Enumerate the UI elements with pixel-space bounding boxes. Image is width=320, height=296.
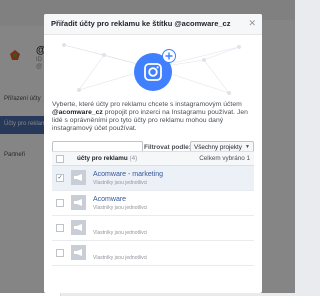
dialog-header: Přiřadit účty pro reklamu ke štítku @aco… xyxy=(44,14,262,35)
filter-label: Filtrovat podle: xyxy=(144,144,191,151)
megaphone-icon xyxy=(71,170,86,185)
ad-accounts-table: účty pro reklamu (4) Celkem vybráno 1 ✓ … xyxy=(52,151,254,266)
megaphone-icon xyxy=(71,195,86,210)
ad-account-owner: Vlastníky jsou jednotlivci xyxy=(93,180,148,186)
row-checkbox[interactable]: ✓ xyxy=(56,174,64,182)
table-row[interactable]: Acomware Vlastníky jsou jednotlivci xyxy=(52,191,254,216)
ad-account-name[interactable]: Acomware xyxy=(93,196,126,203)
table-row[interactable]: ✓ Acomware - marketing Vlastníky jsou je… xyxy=(52,166,254,191)
row-checkbox[interactable] xyxy=(56,224,64,232)
ad-account-owner: Vlastníky jsou jednotlivci xyxy=(93,230,148,236)
assign-ad-accounts-dialog: Přiřadit účty pro reklamu ke štítku @aco… xyxy=(44,14,262,293)
row-checkbox[interactable] xyxy=(56,199,64,207)
megaphone-icon xyxy=(71,220,86,235)
table-header: účty pro reklamu (4) Celkem vybráno 1 xyxy=(52,151,254,166)
ad-account-owner: Vlastníky jsou jednotlivci xyxy=(93,205,148,211)
close-icon[interactable]: ✕ xyxy=(248,18,256,29)
connection-illustration xyxy=(62,43,241,95)
table-row[interactable]: Vlastníky jsou jednotlivci xyxy=(52,241,254,266)
dialog-description: Vyberte, které účty pro reklamu chcete s… xyxy=(52,101,248,132)
dialog-hero xyxy=(44,35,262,101)
megaphone-icon xyxy=(71,245,86,260)
dialog-title: Přiřadit účty pro reklamu ke štítku @aco… xyxy=(51,19,231,28)
table-header-label: účty pro reklamu (4) xyxy=(77,155,138,162)
selected-total: Celkem vybráno 1 xyxy=(199,155,250,162)
chevron-down-icon: ▼ xyxy=(245,144,250,150)
ad-account-name[interactable]: Acomware - marketing xyxy=(93,171,163,178)
table-row[interactable]: Vlastníky jsou jednotlivci xyxy=(52,216,254,241)
ad-account-owner: Vlastníky jsou jednotlivci xyxy=(93,255,148,261)
row-checkbox[interactable] xyxy=(56,249,64,257)
select-all-checkbox[interactable] xyxy=(56,155,64,163)
